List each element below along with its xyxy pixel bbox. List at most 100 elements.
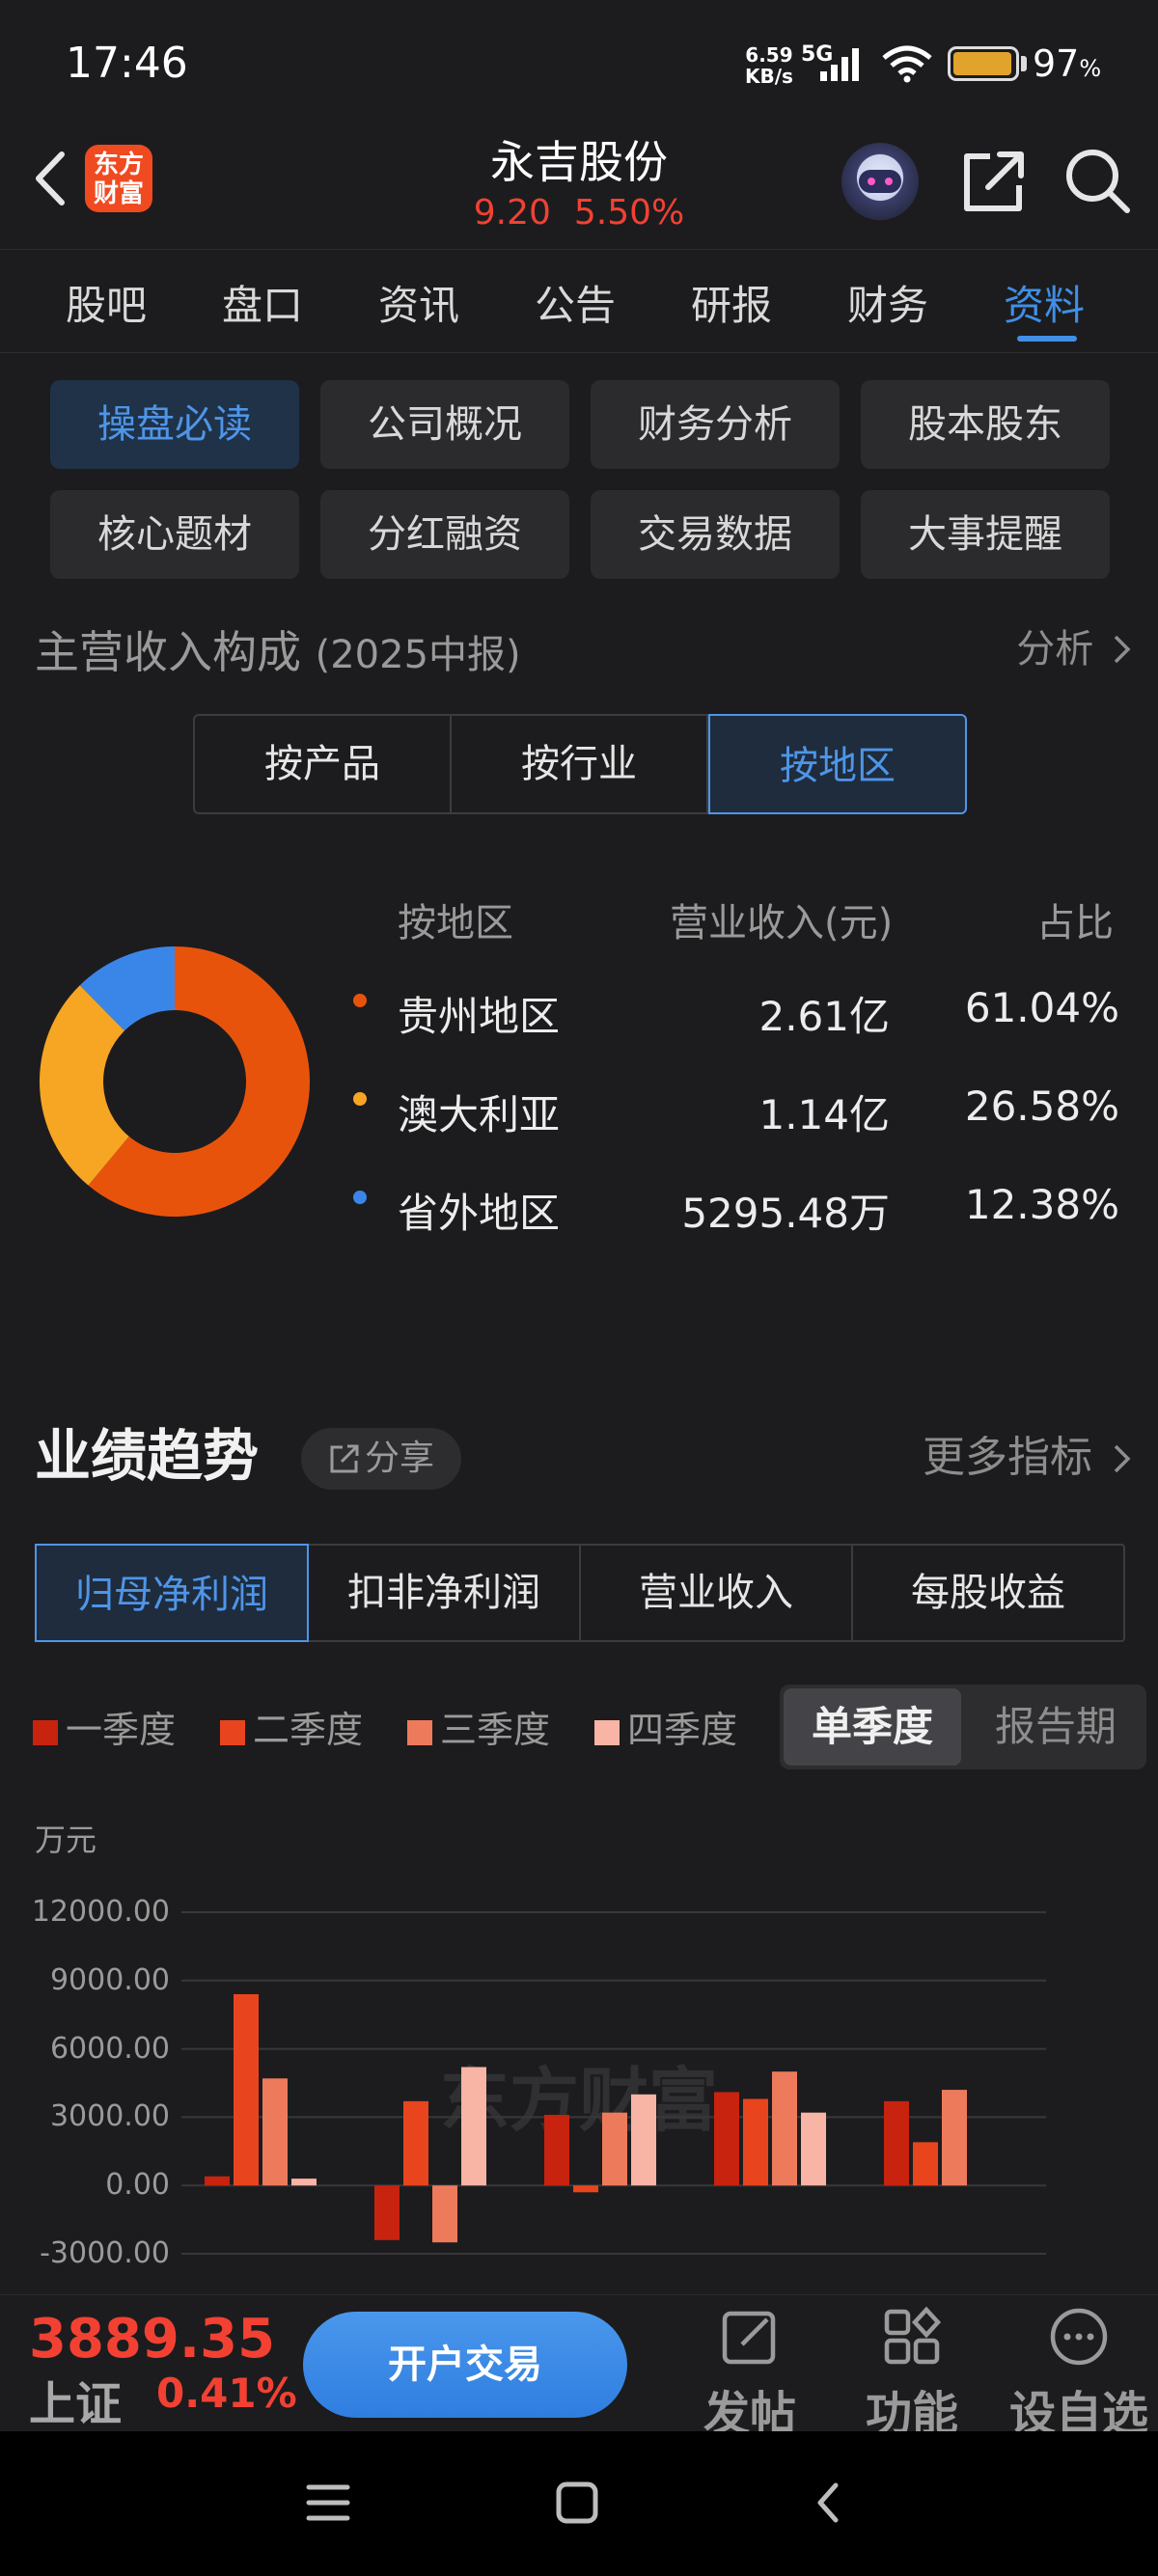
stock-change-pct: 5.50% — [573, 193, 685, 233]
more-icon — [1050, 2308, 1108, 2366]
metric-net-profit[interactable]: 归母净利润 — [35, 1544, 309, 1642]
share-label: 分享 — [364, 1439, 434, 1478]
quick-btn-core-themes[interactable]: 核心题材 — [50, 490, 299, 579]
bar[interactable] — [374, 2185, 400, 2240]
index-name[interactable]: 上证 — [29, 2366, 122, 2433]
chevron-right-icon — [1114, 1444, 1131, 1473]
battery-icon — [948, 46, 1019, 81]
battery-percent: 97% — [1033, 42, 1101, 85]
region-revenue: 2.61亿 — [758, 993, 890, 1040]
legend-q2: 二季度 — [220, 1700, 363, 1753]
open-account-button[interactable]: 开户交易 — [303, 2312, 627, 2418]
tab-announcements[interactable]: 公告 — [535, 273, 616, 332]
assistant-robot-icon[interactable] — [841, 143, 919, 220]
system-nav-bar — [0, 2431, 1158, 2576]
tab-research[interactable]: 研报 — [691, 273, 772, 332]
add-watchlist-button[interactable]: 设自选 — [1002, 2306, 1156, 2443]
segment-by-industry[interactable]: 按行业 — [452, 716, 708, 812]
quick-btn-company-overview[interactable]: 公司概况 — [320, 380, 569, 469]
bar[interactable] — [262, 2078, 288, 2186]
active-tab-indicator — [1017, 336, 1077, 342]
bar[interactable] — [573, 2185, 598, 2193]
home-icon[interactable] — [554, 2480, 600, 2526]
bar[interactable] — [772, 2071, 797, 2186]
menu-icon[interactable] — [305, 2480, 351, 2526]
metric-net-profit-excl[interactable]: 扣非净利润 — [309, 1546, 581, 1640]
index-change[interactable]: 0.41% — [156, 2370, 297, 2417]
bar[interactable] — [461, 2067, 486, 2186]
bar[interactable] — [205, 2176, 230, 2186]
tab-guba[interactable]: 股吧 — [66, 273, 147, 332]
back-icon[interactable] — [23, 145, 81, 212]
bar[interactable] — [291, 2179, 317, 2186]
share-button[interactable]: 分享 — [301, 1428, 461, 1490]
search-icon[interactable] — [1062, 145, 1135, 218]
net-speed: 6.59 KB/s — [745, 44, 793, 87]
period-toggle: 单季度 报告期 — [780, 1685, 1146, 1769]
metric-revenue[interactable]: 营业收入 — [581, 1546, 853, 1640]
legend-q3: 三季度 — [407, 1700, 550, 1753]
region-name: 省外地区 — [398, 1190, 561, 1237]
quick-btn-shareholders[interactable]: 股本股东 — [861, 380, 1110, 469]
index-value[interactable]: 3889.35 — [29, 2308, 275, 2370]
toggle-report-period[interactable]: 报告期 — [967, 1688, 1144, 1766]
post-button[interactable]: 发帖 — [677, 2306, 822, 2443]
quick-btn-trading-data[interactable]: 交易数据 — [591, 490, 840, 579]
bar[interactable] — [602, 2112, 627, 2186]
tab-pankou[interactable]: 盘口 — [222, 273, 303, 332]
bar[interactable] — [432, 2185, 457, 2243]
legend-label: 一季度 — [66, 1709, 177, 1751]
share-icon[interactable] — [957, 145, 1031, 218]
revenue-period: (2025中报) — [315, 633, 521, 677]
battery-tip — [1021, 56, 1027, 71]
bar[interactable] — [234, 1993, 259, 2186]
legend-q1: 一季度 — [33, 1700, 176, 1753]
segment-by-region[interactable]: 按地区 — [708, 714, 967, 814]
metric-eps[interactable]: 每股收益 — [853, 1546, 1123, 1640]
bar[interactable] — [884, 2100, 909, 2186]
tab-news[interactable]: 资讯 — [378, 273, 459, 332]
legend-swatch — [594, 1720, 620, 1745]
bar[interactable] — [403, 2100, 428, 2186]
analysis-link[interactable]: 分析 — [1016, 617, 1133, 673]
stock-quote: 9.20 5.50% — [386, 193, 772, 233]
region-name: 贵州地区 — [398, 993, 561, 1040]
segment-by-product[interactable]: 按产品 — [195, 716, 452, 812]
bar[interactable] — [942, 2090, 967, 2186]
region-share: 26.58% — [964, 1082, 1119, 1130]
revenue-donut-chart — [40, 946, 310, 1217]
functions-button[interactable]: 功能 — [840, 2306, 984, 2443]
robot-eye — [868, 178, 875, 185]
bar[interactable] — [544, 2115, 569, 2186]
bar[interactable] — [913, 2142, 938, 2186]
quick-btn-financial-analysis[interactable]: 财务分析 — [591, 380, 840, 469]
toggle-single-quarter[interactable]: 单季度 — [784, 1688, 961, 1766]
tab-finance[interactable]: 财务 — [847, 273, 928, 332]
table-header-revenue: 营业收入(元) — [670, 901, 894, 945]
bar[interactable] — [801, 2112, 826, 2186]
bar[interactable] — [631, 2094, 656, 2186]
wifi-icon — [882, 45, 932, 83]
app-logo[interactable]: 东方 财富 — [85, 145, 152, 212]
quick-btn-dividends[interactable]: 分红融资 — [320, 490, 569, 579]
net-speed-unit: KB/s — [745, 65, 793, 88]
robot-eye — [885, 178, 893, 185]
more-metrics-label: 更多指标 — [923, 1433, 1092, 1482]
region-name: 澳大利亚 — [398, 1091, 561, 1138]
legend-label: 二季度 — [253, 1709, 364, 1751]
y-axis-unit: 万元 — [35, 1822, 97, 1858]
revenue-section-title: 主营收入构成 (2025中报) — [35, 617, 521, 681]
bar[interactable] — [743, 2098, 768, 2186]
bar[interactable] — [714, 2092, 739, 2186]
legend-q4: 四季度 — [594, 1700, 737, 1753]
legend-swatch — [220, 1720, 245, 1745]
legend-label: 三季度 — [440, 1709, 551, 1751]
chevron-right-icon — [1114, 635, 1131, 664]
quick-btn-event-reminder[interactable]: 大事提醒 — [861, 490, 1110, 579]
tab-profile[interactable]: 资料 — [1004, 273, 1085, 332]
grid-icon — [884, 2306, 942, 2365]
more-metrics-link[interactable]: 更多指标 — [923, 1422, 1133, 1484]
quick-btn-trading-must-read[interactable]: 操盘必读 — [50, 380, 299, 469]
nav-back-icon[interactable] — [807, 2480, 853, 2526]
analysis-label: 分析 — [1016, 627, 1094, 671]
